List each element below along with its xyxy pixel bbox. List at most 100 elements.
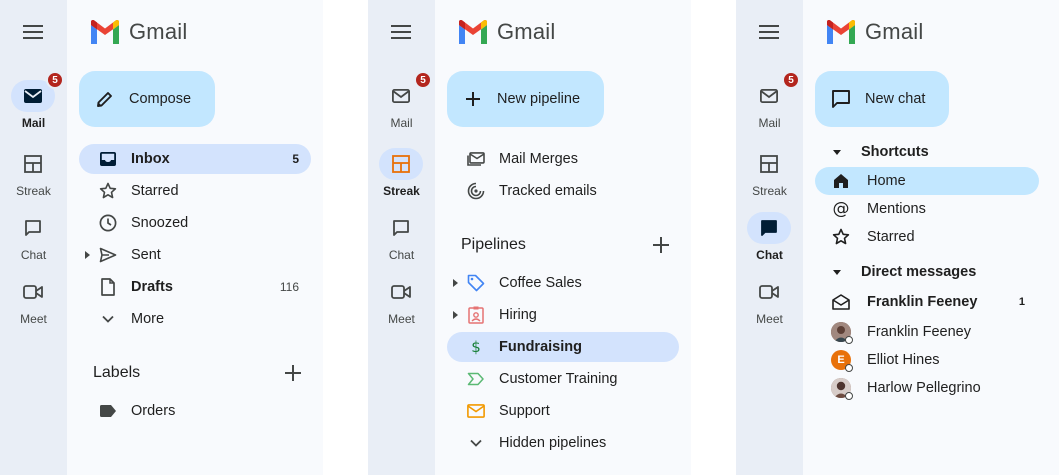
new-chat-label: New chat (865, 91, 926, 107)
rail-label-streak: Streak (16, 184, 51, 198)
new-pipeline-button[interactable]: New pipeline (447, 71, 605, 127)
meet-pill[interactable] (747, 276, 791, 308)
direct-messages-heading-label: Direct messages (861, 264, 977, 280)
star-icon (99, 182, 117, 200)
pipeline-item-fundraising[interactable]: $ Fundraising (447, 332, 679, 362)
rail-item-streak[interactable]: Streak (0, 148, 67, 204)
mail-pill[interactable]: 5 (379, 71, 432, 112)
main-menu-icon[interactable] (759, 24, 779, 40)
hiring-expand-icon[interactable] (453, 311, 458, 319)
rail-item-streak[interactable]: Streak (368, 148, 435, 204)
dm-label-franklin-feeney-unread: Franklin Feeney (867, 294, 978, 310)
main-menu-icon[interactable] (391, 24, 411, 40)
pipeline-item-coffee-sales[interactable]: Coffee Sales (447, 268, 679, 298)
compose-button[interactable]: Compose (79, 71, 216, 127)
chat-icon (761, 220, 777, 236)
chat-sidebar: Gmail New chat Shortcuts Home @ Mentions… (803, 0, 1059, 475)
gmail-m-icon (827, 20, 855, 44)
presence-indicator (845, 392, 853, 400)
rail-item-meet[interactable]: Meet (0, 276, 67, 332)
streak-pill[interactable] (11, 148, 55, 180)
franklin-feeney-avatar (831, 322, 853, 344)
meet-pill[interactable] (379, 276, 423, 308)
rail-label-mail: Mail (758, 116, 781, 130)
nav-item-mail-merges[interactable]: Mail Merges (447, 144, 679, 174)
chat-pill[interactable] (747, 212, 791, 244)
pipeline-item-support[interactable]: Support (447, 396, 679, 426)
nav-item-snoozed[interactable]: Snoozed (79, 208, 311, 238)
pipeline-item-hiring[interactable]: Hiring (447, 300, 679, 330)
nav-item-starred[interactable]: Starred (79, 176, 311, 206)
rail-item-mail[interactable]: 5 Mail (736, 71, 803, 136)
dm-item-elliot-hines[interactable]: E Elliot Hines (815, 346, 1039, 374)
shortcut-label-starred: Starred (867, 229, 915, 245)
shortcut-item-starred[interactable]: Starred (815, 223, 1039, 251)
meet-pill[interactable] (11, 276, 55, 308)
streak-pill[interactable] (747, 148, 791, 180)
sent-expand-icon[interactable] (85, 251, 90, 259)
rail-item-chat[interactable]: Chat (736, 212, 803, 268)
add-pipeline-icon[interactable] (653, 237, 669, 253)
nav-item-tracked-emails[interactable]: Tracked emails (447, 176, 679, 206)
rail-item-streak[interactable]: Streak (736, 148, 803, 204)
rail-item-chat[interactable]: Chat (368, 212, 435, 268)
shortcuts-heading[interactable]: Shortcuts (833, 144, 929, 160)
gmail-logo[interactable]: Gmail (89, 19, 187, 45)
rail-item-chat[interactable]: Chat (0, 212, 67, 268)
gmail-logo[interactable]: Gmail (825, 19, 923, 45)
pipeline-item-customer-training[interactable]: Customer Training (447, 364, 679, 394)
direct-messages-heading[interactable]: Direct messages (833, 264, 976, 280)
add-label-icon[interactable] (285, 365, 301, 381)
dm-item-franklin-feeney[interactable]: Franklin Feeney (815, 318, 1039, 346)
mail-pill[interactable]: 5 (11, 71, 64, 112)
gmail-chat-panel: 5 Mail Streak Chat Meet Gmail New chat S… (736, 0, 1059, 475)
chat-pill[interactable] (11, 212, 55, 244)
at-icon: @ (832, 199, 850, 219)
dm-item-harlow-pellegrino[interactable]: Harlow Pellegrino (815, 374, 1039, 402)
rail-item-mail[interactable]: 5 Mail (0, 71, 67, 136)
nav-item-sent[interactable]: Sent (79, 240, 311, 270)
new-pipeline-label: New pipeline (497, 91, 581, 107)
label-orders-text: Orders (131, 403, 176, 419)
nav-label-snoozed: Snoozed (131, 215, 189, 231)
mail-merge-icon (467, 150, 485, 168)
pipeline-label-hiring: Hiring (499, 307, 537, 323)
streak-pill[interactable] (379, 148, 423, 180)
tag-icon (467, 274, 485, 292)
nav-item-drafts[interactable]: Drafts 116 (79, 272, 311, 302)
rail-item-meet[interactable]: Meet (736, 276, 803, 332)
nav-label-mail-merges: Mail Merges (499, 151, 578, 167)
pipeline-item-hidden-pipelines[interactable]: Hidden pipelines (447, 428, 679, 458)
streak-icon (760, 155, 778, 173)
shortcut-item-home[interactable]: Home (815, 167, 1039, 195)
rail-label-meet: Meet (20, 312, 47, 326)
chat-pill[interactable] (379, 212, 423, 244)
main-menu-icon[interactable] (23, 24, 43, 40)
nav-item-inbox[interactable]: Inbox 5 (79, 144, 311, 174)
nav-label-drafts: Drafts (131, 279, 173, 295)
dm-label-franklin-feeney: Franklin Feeney (867, 324, 971, 340)
pencil-icon (97, 92, 112, 107)
rail-label-mail: Mail (390, 116, 413, 130)
coffee-sales-expand-icon[interactable] (453, 279, 458, 287)
rail-label-meet: Meet (756, 312, 783, 326)
dm-item-franklin-feeney-unread[interactable]: Franklin Feeney 1 (815, 288, 1039, 316)
collapse-direct-messages-icon[interactable] (833, 269, 841, 275)
gmail-logo[interactable]: Gmail (457, 19, 555, 45)
label-item-orders[interactable]: Orders (79, 396, 311, 426)
badge-icon (467, 306, 485, 324)
pipeline-label-hidden-pipelines: Hidden pipelines (499, 435, 607, 451)
mail-pill[interactable]: 5 (747, 71, 800, 112)
mail-unread-badge: 5 (782, 71, 800, 89)
dm-label-harlow-pellegrino: Harlow Pellegrino (867, 380, 981, 396)
nav-item-more[interactable]: More (79, 304, 311, 334)
rail-item-mail[interactable]: 5 Mail (368, 71, 435, 136)
nav-label-more: More (131, 311, 165, 327)
shortcut-item-mentions[interactable]: @ Mentions (815, 195, 1039, 223)
tracked-icon (467, 182, 485, 200)
pipeline-label-fundraising: Fundraising (499, 339, 582, 355)
rail-item-meet[interactable]: Meet (368, 276, 435, 332)
rail-label-streak: Streak (752, 184, 787, 198)
new-chat-button[interactable]: New chat (815, 71, 950, 127)
collapse-shortcuts-icon[interactable] (833, 149, 841, 155)
